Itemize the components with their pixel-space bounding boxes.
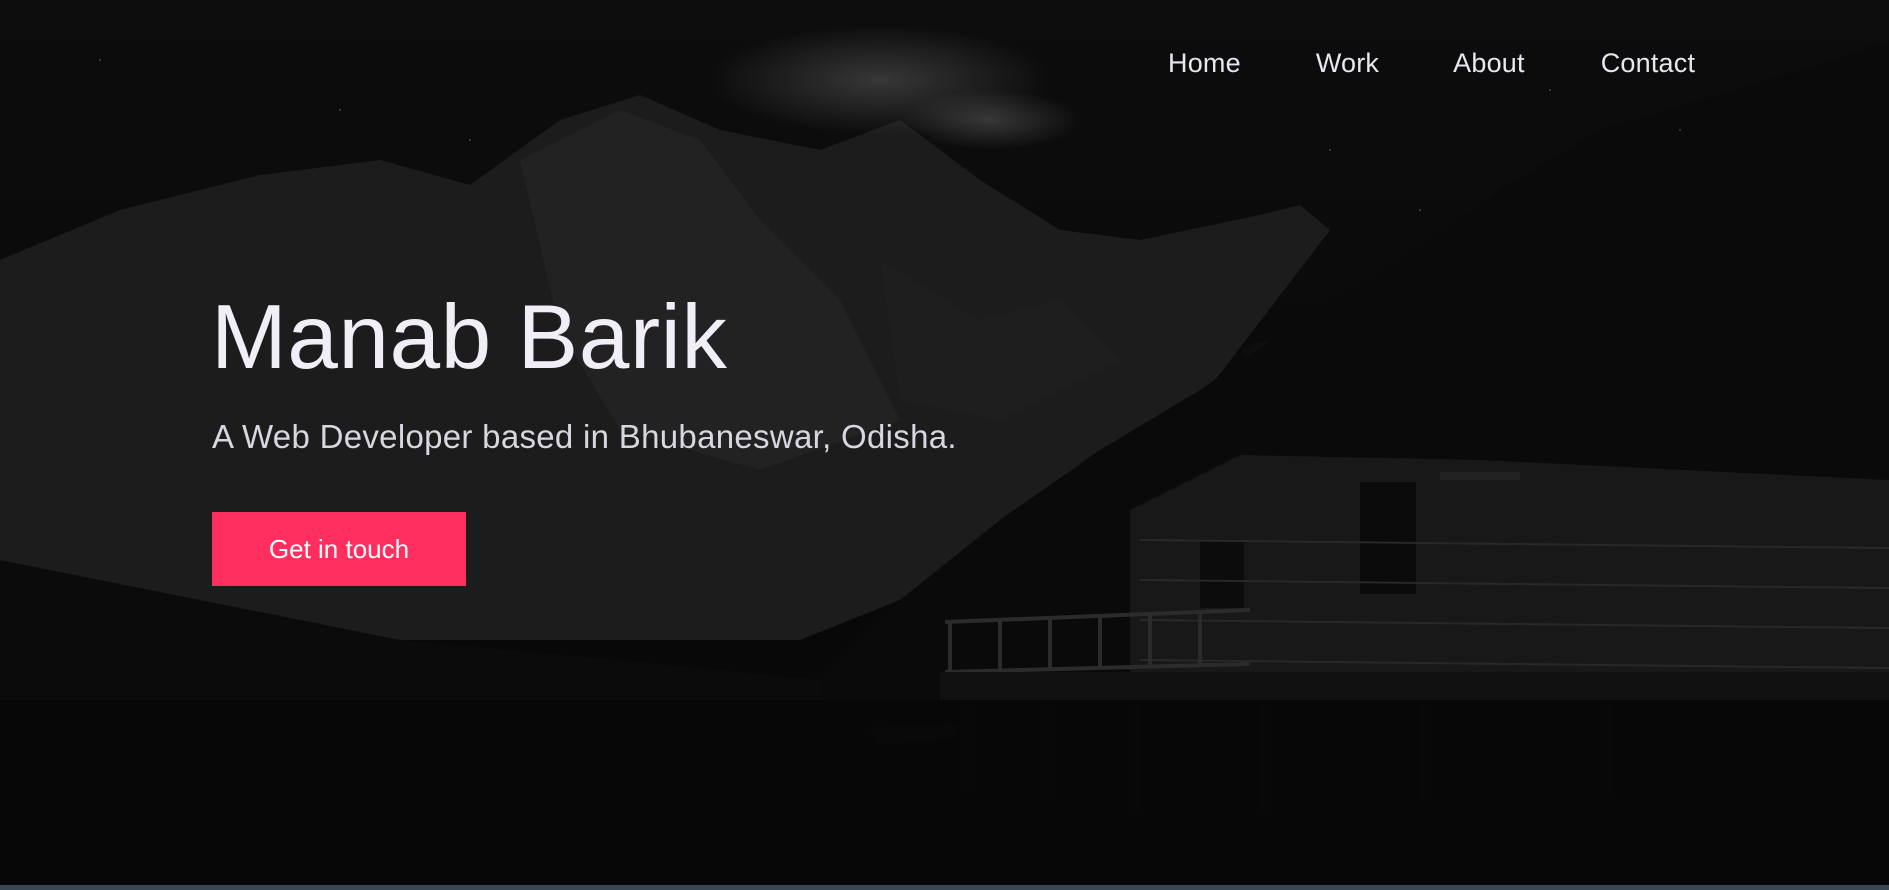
- main-navigation: Home Work About Contact: [1168, 48, 1695, 79]
- hero-subtitle: A Web Developer based in Bhubaneswar, Od…: [212, 418, 957, 455]
- page: Home Work About Contact Manab Barik A We…: [0, 0, 1889, 890]
- hero-title: Manab Barik: [211, 287, 728, 388]
- nav-link-home[interactable]: Home: [1168, 48, 1241, 79]
- nav-link-work[interactable]: Work: [1316, 48, 1379, 79]
- hero-section: Home Work About Contact Manab Barik A We…: [0, 0, 1889, 885]
- nav-link-about[interactable]: About: [1453, 48, 1525, 79]
- nav-link-contact[interactable]: Contact: [1601, 48, 1695, 79]
- get-in-touch-button[interactable]: Get in touch: [212, 512, 466, 586]
- bottom-divider: [0, 885, 1889, 890]
